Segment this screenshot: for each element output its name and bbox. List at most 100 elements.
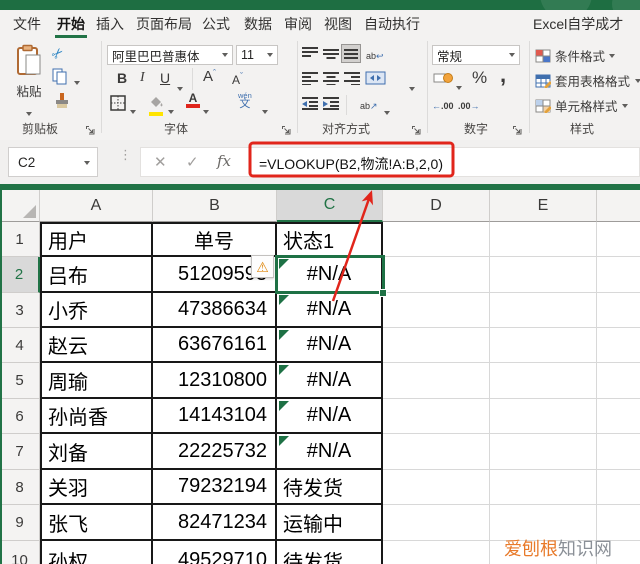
italic-button[interactable]: I [140,70,145,86]
cell-E6[interactable] [490,399,597,434]
row-header-5[interactable]: 5 [0,363,40,399]
tab-文件[interactable]: 文件 [13,10,41,38]
cell-A1[interactable]: 用户 [40,222,153,257]
increase-decimal-button[interactable]: ←.00 [432,96,454,114]
cell-A10[interactable]: 孙权 [40,541,153,564]
cell-F7[interactable] [597,434,640,470]
cell-A6[interactable]: 孙尚香 [40,399,153,434]
select-all-corner[interactable] [0,190,40,222]
cell-C4[interactable]: #N/A [277,328,383,363]
fill-color-dropdown-icon[interactable] [168,110,174,114]
tab-审阅[interactable]: 审阅 [284,10,312,38]
font-name-select[interactable]: 阿里巴巴普惠体 [107,45,233,65]
column-header-B[interactable]: B [153,190,277,222]
borders-icon[interactable] [110,95,126,116]
cell-C10[interactable]: 待发货 [277,541,383,564]
cell-E1[interactable] [490,222,597,257]
copy-icon[interactable] [52,68,68,90]
tab-插入[interactable]: 插入 [96,10,124,38]
name-box[interactable]: C2 [8,147,98,177]
cell-C8[interactable]: 待发货 [277,470,383,505]
error-checking-button[interactable]: ⚠ [251,255,274,278]
cell-D1[interactable] [383,222,490,257]
cell-E3[interactable] [490,293,597,328]
merge-dropdown-icon[interactable] [409,87,415,91]
cut-icon[interactable]: ✂ [48,43,68,63]
alignment-dialog-launcher-icon[interactable] [411,122,421,140]
tab-自动执行[interactable]: 自动执行 [364,10,420,38]
cell-D6[interactable] [383,399,490,434]
cell-B7[interactable]: 22225732 [153,434,277,470]
grow-font-button[interactable]: Aˆ [203,68,216,86]
cell-D2[interactable] [383,257,490,293]
cell-A3[interactable]: 小乔 [40,293,153,328]
cell-C2[interactable]: #N/A [277,257,383,293]
cell-A8[interactable]: 关羽 [40,470,153,505]
cell-F8[interactable] [597,470,640,505]
column-header-A[interactable]: A [40,190,153,222]
cell-F5[interactable] [597,363,640,399]
cell-B9[interactable]: 82471234 [153,505,277,541]
row-header-3[interactable]: 3 [0,293,40,328]
cell-B6[interactable]: 14143104 [153,399,277,434]
font-size-select[interactable]: 11 [236,45,278,65]
insert-function-icon[interactable]: fx [217,152,231,170]
name-box-dropdown-icon[interactable] [84,161,90,165]
cell-D10[interactable] [383,541,490,564]
text-orientation-icon[interactable]: ab↗ [360,96,378,114]
cell-D9[interactable] [383,505,490,541]
bold-button[interactable]: B [117,70,127,86]
orientation-dropdown-icon[interactable] [384,111,390,115]
cell-C5[interactable]: #N/A [277,363,383,399]
row-header-9[interactable]: 9 [0,505,40,541]
font-dialog-launcher-icon[interactable] [281,122,291,140]
paste-dropdown-icon[interactable] [26,112,32,116]
cell-E8[interactable] [490,470,597,505]
cell-A2[interactable]: 吕布 [40,257,153,293]
cell-C1[interactable]: 状态1 [277,222,383,257]
format-painter-icon[interactable] [52,92,70,115]
cell-E2[interactable] [490,257,597,293]
conditional-formatting-button[interactable]: 条件格式 [535,46,616,65]
fill-handle[interactable] [379,289,387,297]
cell-C7[interactable]: #N/A [277,434,383,470]
cell-F2[interactable] [597,257,640,293]
number-dialog-launcher-icon[interactable] [512,122,522,140]
cancel-icon[interactable]: ✕ [154,153,167,171]
phonetic-dropdown-icon[interactable] [262,110,268,114]
align-top-icon[interactable] [302,47,318,65]
tab-公式[interactable]: 公式 [202,10,230,38]
cell-F6[interactable] [597,399,640,434]
row-header-1[interactable]: 1 [0,222,40,257]
cell-styles-button[interactable]: 单元格样式 [535,96,628,115]
row-header-7[interactable]: 7 [0,434,40,470]
font-color-icon[interactable]: A [186,92,200,108]
row-header-2[interactable]: 2 [0,257,40,293]
underline-dropdown-icon[interactable] [177,87,183,91]
decrease-decimal-button[interactable]: .00→ [458,96,480,114]
cell-A9[interactable]: 张飞 [40,505,153,541]
column-header-D[interactable]: D [383,190,490,222]
formula-text[interactable]: =VLOOKUP(B2,物流!A:B,2,0) [259,154,443,174]
row-header-6[interactable]: 6 [0,399,40,434]
align-bottom-button-selected[interactable] [341,44,361,63]
cell-A7[interactable]: 刘备 [40,434,153,470]
align-left-icon[interactable] [302,72,318,90]
accounting-format-icon[interactable] [433,71,453,90]
cell-E7[interactable] [490,434,597,470]
copy-dropdown-icon[interactable] [74,81,80,85]
wrap-text-icon[interactable]: ab↩ [366,46,384,64]
accounting-dropdown-icon[interactable] [456,86,462,90]
row-header-4[interactable]: 4 [0,328,40,363]
cell-E5[interactable] [490,363,597,399]
formula-bar-grip[interactable]: ⋮ [119,148,132,172]
format-as-table-button[interactable]: 套用表格格式 [535,71,640,90]
phonetic-guide-icon[interactable]: wén 文 [238,92,252,110]
cell-E4[interactable] [490,328,597,363]
fill-color-icon[interactable] [148,94,164,116]
cell-C6[interactable]: #N/A [277,399,383,434]
column-header-C[interactable]: C [277,190,383,222]
cell-F1[interactable] [597,222,640,257]
align-middle-icon[interactable] [323,47,339,65]
number-format-select[interactable]: 常规 [432,45,520,65]
